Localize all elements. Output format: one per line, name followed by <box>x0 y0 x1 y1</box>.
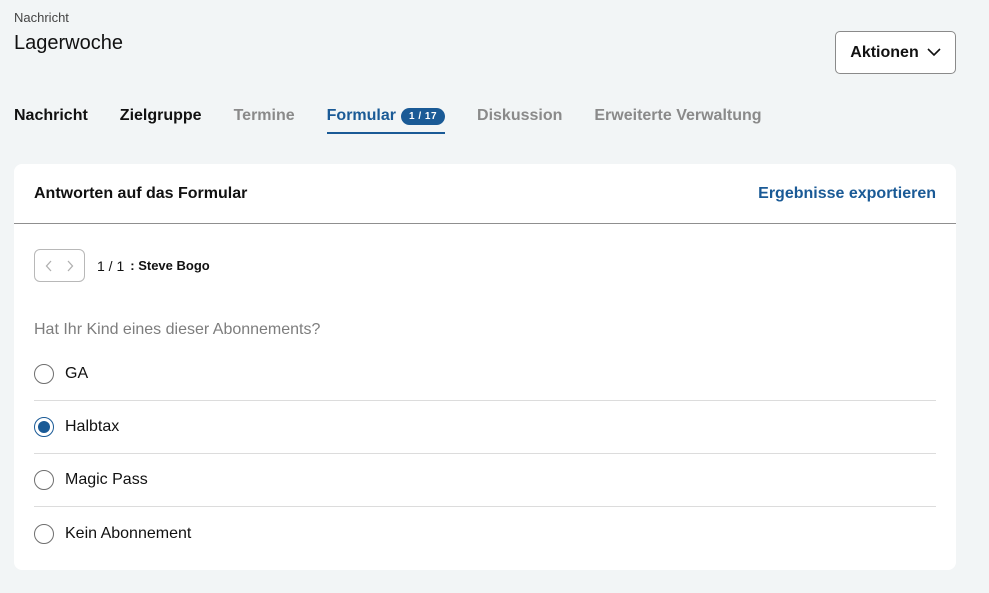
chevron-right-icon[interactable] <box>62 256 78 276</box>
response-pager: 1 / 1 : Steve Bogo <box>34 249 210 282</box>
tab-zielgruppe[interactable]: Zielgruppe <box>120 100 202 132</box>
chevron-left-icon[interactable] <box>41 256 57 276</box>
tab-nachricht[interactable]: Nachricht <box>14 100 88 132</box>
option-label: Kein Abonnement <box>65 524 192 542</box>
tab-erweiterte-verwaltung[interactable]: Erweiterte Verwaltung <box>594 100 761 132</box>
answer-options: GA Halbtax Magic Pass Kein Abonnement <box>34 348 936 560</box>
tab-label: Erweiterte Verwaltung <box>594 107 762 124</box>
option-label: Halbtax <box>65 418 120 435</box>
option-halbtax[interactable]: Halbtax <box>34 401 936 454</box>
radio-button[interactable] <box>34 470 54 490</box>
breadcrumb[interactable]: Nachricht <box>14 10 69 25</box>
pager-count: 1 / 1 <box>97 257 125 274</box>
page-title: Lagerwoche <box>14 32 123 54</box>
tab-bar: Nachricht Zielgruppe Termine Formular 1 … <box>14 100 794 134</box>
tab-formular[interactable]: Formular 1 / 17 <box>326 100 446 134</box>
radio-button[interactable] <box>34 523 54 544</box>
tab-label: Nachricht <box>14 107 88 124</box>
option-label: Magic Pass <box>65 471 148 488</box>
tab-label: Termine <box>233 107 295 124</box>
tab-label: Zielgruppe <box>119 107 202 124</box>
tab-label: Formular <box>326 107 396 124</box>
radio-button-selected[interactable] <box>34 417 54 437</box>
actions-button-label: Aktionen <box>850 43 919 61</box>
actions-button[interactable]: Aktionen <box>835 31 956 74</box>
option-ga[interactable]: GA <box>34 348 936 401</box>
tab-termine[interactable]: Termine <box>234 100 295 132</box>
option-kein-abonnement[interactable]: Kein Abonnement <box>34 507 936 560</box>
export-results-link[interactable]: Ergebnisse exportieren <box>758 185 936 203</box>
form-responses-card: Antworten auf das Formular Ergebnisse ex… <box>14 164 956 570</box>
option-magic-pass[interactable]: Magic Pass <box>34 454 936 507</box>
respondent-name: : Steve Bogo <box>130 258 210 273</box>
tab-label: Diskussion <box>477 107 563 124</box>
card-header: Antworten auf das Formular Ergebnisse ex… <box>14 164 956 224</box>
option-label: GA <box>65 365 89 382</box>
card-title: Antworten auf das Formular <box>34 184 248 202</box>
page: Nachricht Lagerwoche Aktionen Nachricht … <box>0 0 989 593</box>
pager-buttons <box>34 249 85 282</box>
chevron-down-icon <box>927 48 941 57</box>
tab-diskussion[interactable]: Diskussion <box>477 100 562 132</box>
radio-button[interactable] <box>34 364 54 384</box>
question-text: Hat Ihr Kind eines dieser Abonnements? <box>34 321 321 338</box>
tab-count-badge: 1 / 17 <box>400 107 446 125</box>
